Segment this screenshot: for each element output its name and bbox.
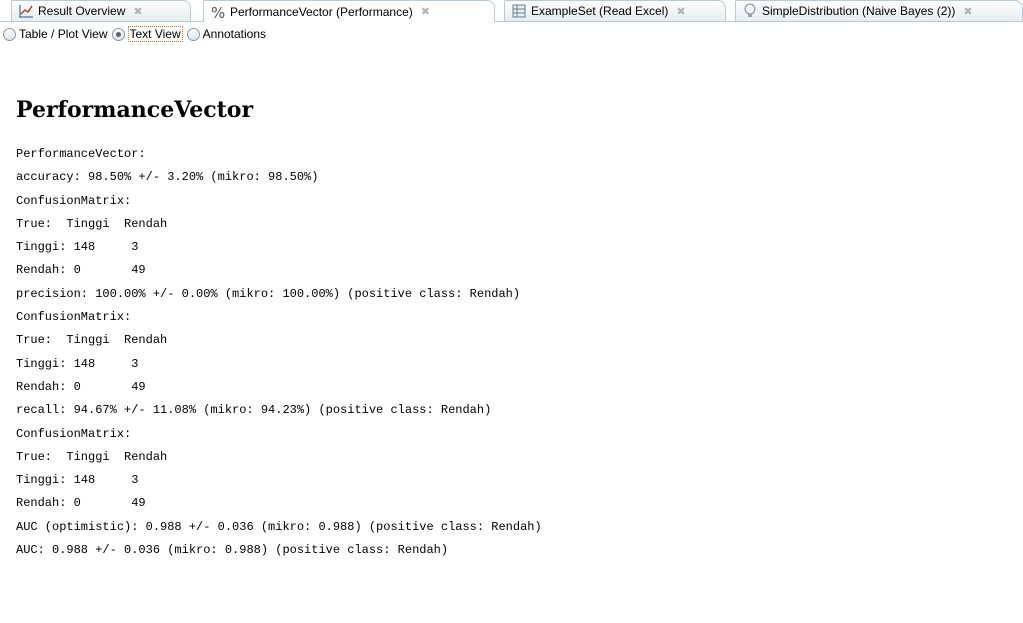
text-line: Tinggi: 148 3 xyxy=(16,473,139,488)
text-line: AUC (optimistic): 0.988 +/- 0.036 (mikro… xyxy=(16,519,542,534)
annotations-radio[interactable] xyxy=(186,27,200,41)
text-line: Tinggi: 148 3 xyxy=(16,356,139,371)
view-mode-bar: Table / Plot View Text View Annotations xyxy=(0,22,1023,46)
annotations-option[interactable]: Annotations xyxy=(186,27,267,41)
text-line: PerformanceVector: xyxy=(16,147,146,161)
performance-text-output: PerformanceVector: accuracy: 98.50% +/- … xyxy=(16,143,542,562)
text-view-label: Text View xyxy=(127,26,183,42)
text-line: ConfusionMatrix: xyxy=(16,310,132,325)
text-line: True: Tinggi Rendah xyxy=(16,216,168,231)
tab-label: Result Overview xyxy=(38,4,126,18)
svg-text:%: % xyxy=(211,4,225,20)
text-line: Rendah: 0 49 xyxy=(16,263,146,278)
text-line: True: Tinggi Rendah xyxy=(16,449,168,464)
text-line: AUC: 0.988 +/- 0.036 (mikro: 0.988) (pos… xyxy=(16,543,449,558)
tab-result-overview[interactable]: Result Overview ✖ xyxy=(11,0,191,21)
result-tab-bar: Result Overview ✖ % PerformanceVector (P… xyxy=(0,0,1023,22)
text-view-radio[interactable] xyxy=(111,27,125,41)
percent-icon: % xyxy=(210,4,226,22)
text-line: True: Tinggi Rendah xyxy=(16,333,168,348)
table-plot-view-radio[interactable] xyxy=(3,27,16,41)
chart-icon xyxy=(18,3,34,19)
text-view-option[interactable]: Text View xyxy=(111,26,183,42)
annotations-label: Annotations xyxy=(202,27,267,41)
tab-performance-vector[interactable]: % PerformanceVector (Performance) ✖ xyxy=(203,0,495,22)
tab-label: PerformanceVector (Performance) xyxy=(230,4,413,19)
table-plot-view-label: Table / Plot View xyxy=(19,27,108,41)
text-line: Rendah: 0 49 xyxy=(16,496,146,511)
tab-label: SimpleDistribution (Naive Bayes (2)) xyxy=(762,4,956,18)
page-title: PerformanceVector xyxy=(16,97,254,123)
close-icon[interactable]: ✖ xyxy=(133,5,142,18)
close-icon[interactable]: ✖ xyxy=(421,5,430,18)
text-line: precision: 100.00% +/- 0.00% (mikro: 100… xyxy=(16,286,521,301)
close-icon[interactable]: ✖ xyxy=(676,5,685,18)
text-line: ConfusionMatrix: xyxy=(16,193,132,208)
lightbulb-icon xyxy=(742,3,758,19)
text-line: recall: 94.67% +/- 11.08% (mikro: 94.23%… xyxy=(16,403,492,418)
table-plot-view-option[interactable]: Table / Plot View xyxy=(3,27,108,41)
tab-label: ExampleSet (Read Excel) xyxy=(531,4,669,18)
text-line: ConfusionMatrix: xyxy=(16,426,132,441)
tab-simple-distribution[interactable]: SimpleDistribution (Naive Bayes (2)) ✖ xyxy=(735,0,1023,21)
text-line: Tinggi: 148 3 xyxy=(16,240,139,255)
text-line: Rendah: 0 49 xyxy=(16,379,146,394)
tab-example-set[interactable]: ExampleSet (Read Excel) ✖ xyxy=(504,0,726,21)
close-icon[interactable]: ✖ xyxy=(963,5,972,18)
text-line: accuracy: 98.50% +/- 3.20% (mikro: 98.50… xyxy=(16,170,319,185)
table-icon xyxy=(511,3,527,19)
